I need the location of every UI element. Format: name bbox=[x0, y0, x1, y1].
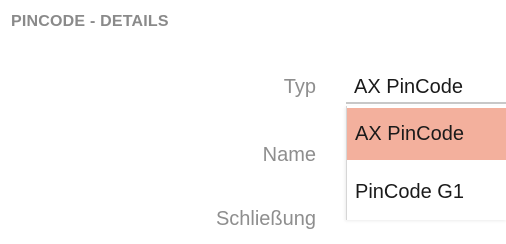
schliessung-label: Schließung bbox=[215, 208, 316, 230]
dropdown-option-pincode-g1[interactable]: PinCode G1 bbox=[347, 166, 506, 218]
typ-select-underline bbox=[346, 102, 506, 104]
typ-dropdown-list: AX PinCode PinCode G1 bbox=[346, 106, 506, 220]
pincode-details-panel: PINCODE - DETAILS Typ Name Schließung AX… bbox=[0, 0, 506, 244]
typ-label: Typ bbox=[283, 76, 316, 98]
section-title: PINCODE - DETAILS bbox=[11, 13, 169, 30]
dropdown-option-ax-pincode[interactable]: AX PinCode bbox=[347, 108, 506, 160]
typ-select[interactable]: AX PinCode bbox=[354, 76, 463, 99]
name-label: Name bbox=[262, 144, 316, 166]
